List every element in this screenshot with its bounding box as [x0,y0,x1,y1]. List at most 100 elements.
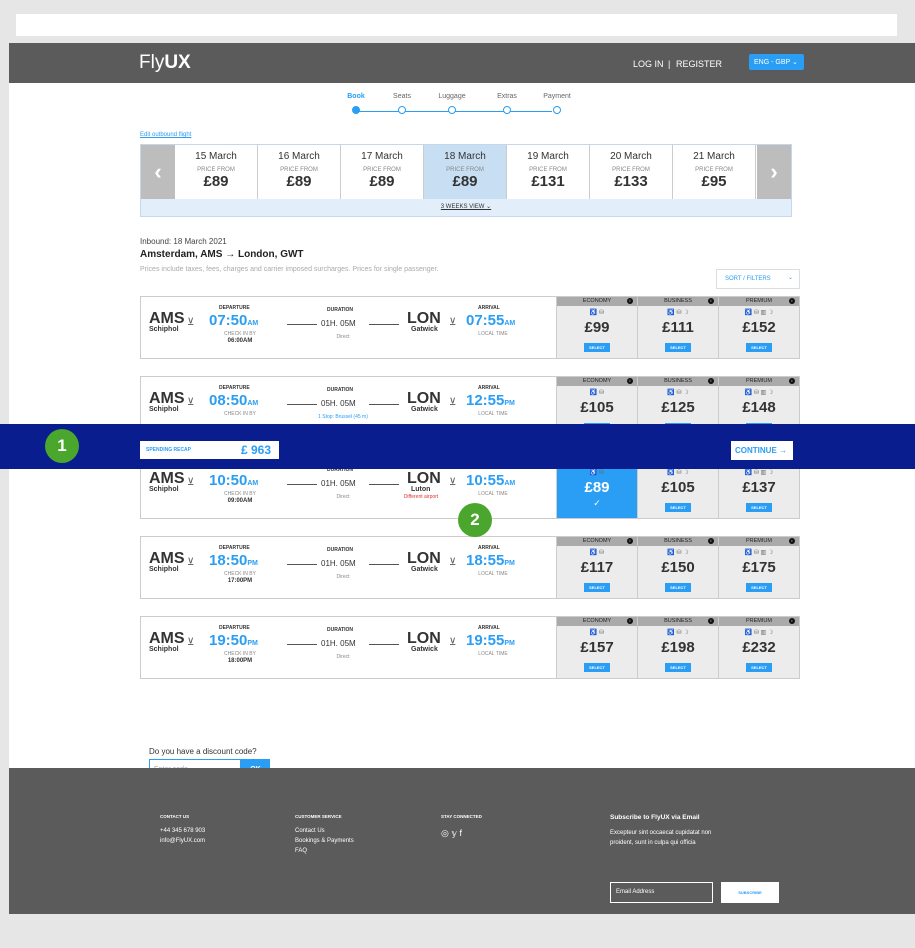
fare-option[interactable]: PREMIUM i ♿ ⛁ ▥ ☽ £232 SELECT [718,617,799,678]
weeks-view-toggle[interactable]: 3 WEEKS VIEW ⌄ [141,199,791,216]
continue-button[interactable]: CONTINUE → [731,441,793,460]
step-dot [503,106,511,114]
date-option[interactable]: 19 March PRICE FROM £131 [507,145,590,199]
date-price: £89 [452,173,478,190]
login-link[interactable]: LOG IN [633,59,664,69]
social-icons[interactable]: ◎ 𝕪 f [441,828,462,839]
edit-outbound-link[interactable]: Edit outbound flight [140,132,191,138]
footer-link-faq[interactable]: FAQ [295,848,307,854]
date-price: £89 [203,173,229,190]
recap-label: SPENDING RECAP [146,447,192,453]
select-fare-button[interactable]: SELECT [584,583,610,592]
date-label: 15 March [195,151,237,162]
info-icon[interactable]: i [627,538,633,544]
select-fare-button[interactable]: SELECT [584,343,610,352]
select-fare-button[interactable]: SELECT [665,663,691,672]
select-fare-button[interactable]: SELECT [746,583,772,592]
date-option[interactable]: 15 March PRICE FROM £89 [175,145,258,199]
fare-option[interactable]: ECONOMY i ♿ ⛁ £157 SELECT [556,617,637,678]
landing-icon: ⊻ [449,477,457,488]
duration-line [287,564,317,565]
booking-steps: Book Seats Luggage Extras Payment [334,93,574,123]
fare-option[interactable]: BUSINESS i ♿ ⛁ ☽ £198 SELECT [637,617,718,678]
local-time-label: LOCAL TIME [478,571,508,577]
subscribe-text-2: proident, sunt in culpa qui officia [610,840,696,846]
stops-info: Direct [336,654,350,660]
date-option[interactable]: 21 March PRICE FROM £95 [673,145,756,199]
step-payment[interactable]: Payment [537,93,577,114]
flight-row[interactable]: AMS Schiphol ⊻ DEPARTURE 19:50PM CHECK IN BY 1… [140,616,800,679]
language-currency-select[interactable]: ENG - GBP ⌄ [749,54,804,70]
info-icon[interactable]: i [789,618,795,624]
page-frame: FlyUX LOG IN | REGISTER ENG - GBP ⌄ Book… [9,43,915,914]
fare-option[interactable]: ECONOMY i ♿ ⛁ £99 SELECT [556,297,637,358]
fare-header: ECONOMY i [557,617,637,626]
flight-row[interactable]: AMS Schiphol ⊻ DEPARTURE 07:50AM CHECK IN BY 0… [140,296,800,359]
step-extras[interactable]: Extras [487,93,527,114]
prev-dates-button[interactable]: ‹ [141,145,175,199]
info-icon[interactable]: i [627,618,633,624]
fare-header: ECONOMY i [557,537,637,546]
date-price: £89 [286,173,312,190]
origin-city: Schiphol [149,646,179,653]
contact-email[interactable]: info@FlyUX.com [160,838,205,844]
info-icon[interactable]: i [789,538,795,544]
fare-option[interactable]: ECONOMY i ♿ ⛁ £117 SELECT [556,537,637,598]
info-icon[interactable]: i [708,298,714,304]
fare-option[interactable]: PREMIUM i ♿ ⛁ ▥ ☽ £175 SELECT [718,537,799,598]
date-option[interactable]: 18 March PRICE FROM £89 [424,145,507,199]
info-icon[interactable]: i [789,298,795,304]
date-label: 19 March [527,151,569,162]
arrival-label: ARRIVAL [478,385,500,391]
price-note: Prices include taxes, fees, charges and … [140,266,439,273]
local-time-label: LOCAL TIME [478,491,508,497]
select-fare-button[interactable]: SELECT [584,663,610,672]
sort-filters-button[interactable]: SORT / FILTERS ⌄ [716,269,800,289]
fare-price: £125 [661,399,695,416]
step-dot [553,106,561,114]
checkin-time: 18:00PM [227,658,253,664]
subscribe-text-1: Excepteur sint occaecat cupidatat non [610,830,712,836]
select-fare-button[interactable]: SELECT [746,503,772,512]
checkin-label: CHECK IN BY [224,571,256,577]
fare-price: £152 [742,319,776,336]
spending-recap[interactable]: SPENDING RECAP £ 963 [140,441,279,459]
date-option[interactable]: 20 March PRICE FROM £133 [590,145,673,199]
date-option[interactable]: 17 March PRICE FROM £89 [341,145,424,199]
select-fare-button[interactable]: SELECT [746,663,772,672]
fare-option[interactable]: BUSINESS i ♿ ⛁ ☽ £150 SELECT [637,537,718,598]
subscribe-button[interactable]: SUBSCRIBE [721,882,779,903]
subscribe-heading: Subscribe to FlyUX via Email [610,814,700,821]
info-icon[interactable]: i [627,378,633,384]
date-label: 18 March [444,151,486,162]
footer-link-contact[interactable]: Contact Us [295,828,325,834]
site-footer: CONTACT US +44 345 678 903 info@FlyUX.co… [9,768,915,914]
fare-option[interactable]: BUSINESS i ♿ ⛁ ☽ £111 SELECT [637,297,718,358]
info-icon[interactable]: i [627,298,633,304]
flight-row[interactable]: AMS Schiphol ⊻ DEPARTURE 18:50PM CHECK IN BY 1… [140,536,800,599]
stops-info: Direct [336,334,350,340]
select-fare-button[interactable]: SELECT [665,583,691,592]
step-luggage[interactable]: Luggage [432,93,472,114]
select-fare-button[interactable]: SELECT [746,343,772,352]
step-book[interactable]: Book [336,93,376,114]
next-dates-button[interactable]: › [757,145,791,199]
info-icon[interactable]: i [708,378,714,384]
info-icon[interactable]: i [708,538,714,544]
logo[interactable]: FlyUX [139,52,191,74]
date-price: £95 [701,173,727,190]
fare-price: £148 [742,399,776,416]
footer-link-bookings[interactable]: Bookings & Payments [295,838,354,844]
fare-option[interactable]: PREMIUM i ♿ ⛁ ▥ ☽ £152 SELECT [718,297,799,358]
select-fare-button[interactable]: SELECT [665,503,691,512]
register-link[interactable]: REGISTER [676,59,722,69]
contact-phone[interactable]: +44 345 678 903 [160,828,205,834]
arrival-label: ARRIVAL [478,625,500,631]
fare-header: PREMIUM i [719,537,799,546]
select-fare-button[interactable]: SELECT [665,343,691,352]
info-icon[interactable]: i [708,618,714,624]
step-seats[interactable]: Seats [382,93,422,114]
email-input[interactable]: Email Address [610,882,713,903]
date-option[interactable]: 16 March PRICE FROM £89 [258,145,341,199]
info-icon[interactable]: i [789,378,795,384]
